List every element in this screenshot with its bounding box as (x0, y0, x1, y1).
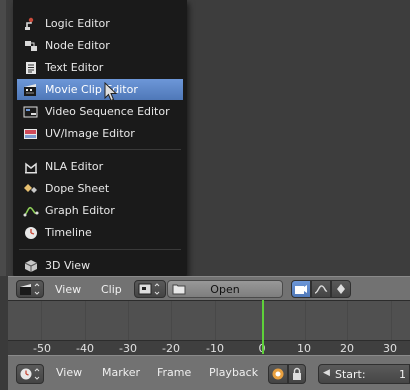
frame-tick: -20 (162, 342, 180, 355)
grid-line (128, 301, 129, 341)
mouse-pointer-icon (104, 82, 118, 102)
frame-tick: 30 (383, 342, 397, 355)
menu-separator (19, 149, 181, 150)
menu-item-label: Graph Editor (45, 204, 115, 217)
record-toggle[interactable] (268, 364, 288, 384)
clip-mode-selector[interactable] (134, 280, 166, 298)
open-label: Open (210, 282, 240, 296)
frame-tick: -40 (76, 342, 94, 355)
clip-editor-header: View Clip Open (8, 276, 410, 300)
clip-menu[interactable]: Clip (101, 280, 122, 298)
editor-type-menu: Logic Editor Node Editor Text Editor Mov… (13, 0, 187, 278)
grid-line (391, 301, 392, 341)
graph-editor-icon (22, 203, 40, 219)
grid-line (171, 301, 172, 341)
nla-editor-icon (22, 159, 40, 175)
menu-separator (19, 249, 181, 250)
start-frame-field[interactable]: ◀ Start: 1 (318, 364, 410, 384)
start-label: Start: (335, 368, 366, 381)
menu-item-label: UV/Image Editor (45, 127, 135, 140)
menu-item-text-editor[interactable]: Text Editor (17, 57, 183, 78)
menu-item-3d-view[interactable]: 3D View (17, 255, 183, 276)
graph-curve-icon (314, 285, 328, 294)
node-editor-icon (22, 38, 40, 54)
menu-item-label: Logic Editor (45, 17, 110, 30)
menu-item-label: Text Editor (45, 61, 104, 74)
menu-item-label: Dope Sheet (45, 182, 110, 195)
lock-toggle[interactable] (288, 364, 306, 384)
grid-line (347, 301, 348, 341)
current-frame-cursor[interactable] (262, 300, 264, 354)
menu-item-label: Node Editor (45, 39, 110, 52)
text-editor-icon (22, 60, 40, 76)
movie-clip-editor-icon (20, 283, 40, 295)
dopesheet-view-toggle[interactable] (331, 280, 351, 298)
keying-set-icon (272, 368, 284, 380)
menu-item-graph-editor[interactable]: Graph Editor (17, 200, 183, 221)
graph-view-toggle[interactable] (311, 280, 331, 298)
menu-item-uv-image-editor[interactable]: UV/Image Editor (17, 123, 183, 144)
menu-item-label: Movie Clip Editor (45, 83, 138, 96)
view-menu[interactable]: View (55, 280, 81, 298)
frame-ruler[interactable]: -50 -40 -30 -20 -10 0 10 20 30 (8, 340, 410, 355)
menu-item-label: Timeline (45, 226, 92, 239)
playback-menu[interactable]: Playback (209, 366, 258, 379)
timeline-icon (20, 368, 40, 380)
menu-item-nla-editor[interactable]: NLA Editor (17, 156, 183, 177)
view-menu[interactable]: View (56, 366, 82, 379)
dope-sheet-icon (22, 181, 40, 197)
keyframe-icon (337, 284, 345, 294)
uv-image-editor-icon (22, 126, 40, 142)
timeline-area[interactable] (8, 300, 410, 341)
editor-type-selector[interactable] (16, 280, 44, 298)
grid-line (305, 301, 306, 341)
clip-icon (295, 285, 307, 294)
editor-type-selector[interactable] (16, 364, 44, 384)
menu-item-label: Video Sequence Editor (45, 105, 170, 118)
frame-tick: -30 (119, 342, 137, 355)
grid-line (41, 301, 42, 341)
menu-item-movie-clip-editor[interactable]: Movie Clip Editor (17, 79, 183, 100)
timeline-header: View Marker Frame Playback ◀ Start: 1 (8, 355, 410, 390)
frame-menu[interactable]: Frame (157, 366, 191, 379)
menu-item-label: NLA Editor (45, 160, 104, 173)
video-sequence-editor-icon (22, 104, 40, 120)
clip-view-toggle[interactable] (291, 280, 311, 298)
menu-item-video-sequence-editor[interactable]: Video Sequence Editor (17, 101, 183, 122)
frame-tick: -10 (206, 342, 224, 355)
lock-icon (293, 367, 301, 380)
grid-line (215, 301, 216, 341)
menu-item-node-editor[interactable]: Node Editor (17, 35, 183, 56)
menu-item-label: 3D View (45, 259, 91, 272)
grid-line (85, 301, 86, 341)
frame-tick: -50 (33, 342, 51, 355)
menu-item-dope-sheet[interactable]: Dope Sheet (17, 178, 183, 199)
open-button[interactable]: Open (167, 280, 283, 298)
frame-tick: 20 (340, 342, 354, 355)
start-value: 1 (399, 368, 406, 381)
logic-editor-icon (22, 16, 40, 32)
movie-clip-editor-icon (22, 82, 40, 98)
3d-view-icon (22, 258, 40, 274)
decrement-arrow-icon[interactable]: ◀ (323, 368, 330, 378)
timeline-icon (22, 225, 40, 241)
menu-item-logic-editor[interactable]: Logic Editor (17, 13, 183, 34)
area-edge (0, 0, 6, 276)
menu-item-timeline[interactable]: Timeline (17, 222, 183, 243)
frame-tick: 10 (297, 342, 311, 355)
marker-menu[interactable]: Marker (102, 366, 140, 379)
clip-view-icon (138, 283, 160, 295)
folder-icon (172, 284, 186, 295)
